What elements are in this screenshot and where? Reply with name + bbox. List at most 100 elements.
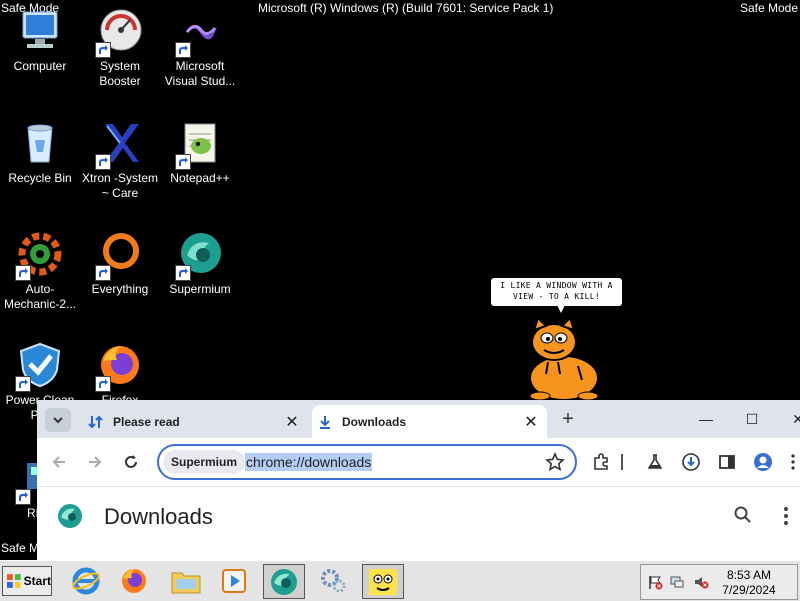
close-window-icon[interactable]: ✕ xyxy=(785,408,800,430)
media-player-icon xyxy=(222,568,246,593)
desktop-icon-label: Xtron -System ~ Care xyxy=(81,171,159,200)
desktop-icon-label: System Booster xyxy=(99,59,141,88)
desktop-icon-visual-studio[interactable]: Microsoft Visual Stud... xyxy=(160,8,240,89)
desktop-icon-label: Auto-Mechanic-2... xyxy=(3,282,77,311)
speedometer-icon xyxy=(95,8,143,58)
tab-search-button[interactable] xyxy=(45,408,71,432)
taskbar-file-explorer[interactable] xyxy=(166,564,206,597)
desktop-icon-xtron[interactable]: Xtron -System ~ Care xyxy=(80,120,160,201)
firefox-icon xyxy=(122,568,146,593)
taskbar: Start 8:53 AM 7/29/2024 xyxy=(0,560,800,601)
profile-avatar-icon[interactable] xyxy=(753,452,773,472)
action-center-flag-icon[interactable] xyxy=(647,574,663,590)
browser-name-chip: Supermium xyxy=(163,450,246,474)
internet-explorer-icon xyxy=(72,567,100,594)
chevron-down-icon xyxy=(53,417,63,424)
toolbar-divider xyxy=(619,452,625,472)
gears-icon xyxy=(321,568,346,592)
network-icon[interactable] xyxy=(669,574,685,590)
back-arrow-icon[interactable] xyxy=(47,450,71,474)
desktop-icon-label: Microsoft Visual Stud... xyxy=(164,59,236,88)
firefox-icon xyxy=(95,342,143,392)
desktop-icon-notepad-plus-plus[interactable]: Notepad++ xyxy=(160,120,240,186)
page-title: Downloads xyxy=(104,504,213,529)
clock-time[interactable]: 8:53 AM xyxy=(721,568,777,582)
windows-build-label: Microsoft (R) Windows (R) (Build 7601: S… xyxy=(258,1,554,15)
download-status-icon[interactable] xyxy=(681,452,701,472)
desktop-icon-label: Everything xyxy=(91,282,149,296)
taskbar-cartoon-app[interactable] xyxy=(362,564,404,599)
start-button[interactable]: Start xyxy=(2,566,52,596)
desktop-icon-everything[interactable]: Everything xyxy=(80,231,160,297)
tab-downloads[interactable]: Downloads ✕ xyxy=(312,405,547,438)
desktop-icon-recycle-bin[interactable]: Recycle Bin xyxy=(0,120,80,186)
url-text[interactable]: chrome://downloads xyxy=(245,453,373,471)
supermium-icon xyxy=(175,231,223,281)
shortcut-arrow-icon xyxy=(15,489,31,505)
taskbar-internet-explorer[interactable] xyxy=(66,564,106,597)
gear-icon xyxy=(15,231,63,281)
tab-strip: Please read ✕ Downloads ✕ + — ☐ ✕ xyxy=(37,400,800,438)
address-bar[interactable]: Supermium chrome://downloads xyxy=(157,444,577,480)
desktop-icon-supermium[interactable]: Supermium xyxy=(160,231,240,297)
start-label: Start xyxy=(23,574,51,588)
extensions-icon[interactable] xyxy=(591,452,611,472)
computer-icon xyxy=(17,8,63,54)
desktop-icon-label: Supermium xyxy=(169,282,231,296)
reload-icon[interactable] xyxy=(119,450,143,474)
tab-label: Downloads xyxy=(342,414,407,429)
tab-label: Please read xyxy=(113,414,180,429)
desktop-icon-label: Computer xyxy=(13,59,67,73)
taskbar-settings[interactable] xyxy=(313,564,353,597)
maximize-icon[interactable]: ☐ xyxy=(739,408,765,430)
shortcut-arrow-icon xyxy=(175,154,191,170)
search-icon[interactable] xyxy=(733,505,753,525)
browser-toolbar: Supermium chrome://downloads xyxy=(37,438,800,486)
cartoon-face-icon xyxy=(369,568,397,595)
desktop-icon-firefox[interactable]: Firefox xyxy=(80,342,160,408)
visual-studio-icon xyxy=(175,8,223,58)
shortcut-arrow-icon xyxy=(95,42,111,58)
shortcut-arrow-icon xyxy=(95,265,111,281)
close-tab-icon[interactable]: ✕ xyxy=(282,412,302,432)
desktop-icon-computer[interactable]: Computer xyxy=(0,8,80,74)
xtron-icon xyxy=(95,120,143,170)
desktop-icon-label: Recycle Bin xyxy=(8,171,72,185)
browser-window: Please read ✕ Downloads ✕ + — ☐ ✕ Superm… xyxy=(37,400,800,561)
system-tray: 8:53 AM 7/29/2024 xyxy=(640,564,798,600)
shortcut-arrow-icon xyxy=(175,265,191,281)
notepad-plus-plus-icon xyxy=(175,120,223,170)
taskbar-supermium[interactable] xyxy=(263,564,305,599)
clock-date[interactable]: 7/29/2024 xyxy=(721,583,777,597)
more-vert-icon[interactable] xyxy=(789,452,797,472)
taskbar-media-player[interactable] xyxy=(214,564,254,597)
cartoon-cat-illustration xyxy=(518,316,610,401)
close-tab-icon[interactable]: ✕ xyxy=(521,412,541,432)
tab-please-read[interactable]: Please read ✕ xyxy=(83,405,308,438)
desktop-icon-system-booster[interactable]: System Booster xyxy=(80,8,160,89)
shortcut-arrow-icon xyxy=(15,265,31,281)
everything-icon xyxy=(95,231,143,281)
desktop-icon-auto-mechanic[interactable]: Auto-Mechanic-2... xyxy=(0,231,80,312)
windows-flag-icon xyxy=(6,574,21,588)
speech-bubble: I LIKE A WINDOW WITH A VIEW - TO A KILL! xyxy=(491,278,622,313)
minimize-icon[interactable]: — xyxy=(693,408,719,430)
shortcut-arrow-icon xyxy=(95,154,111,170)
labs-flask-icon[interactable] xyxy=(645,452,665,472)
shortcut-arrow-icon xyxy=(15,376,31,392)
more-vert-icon[interactable] xyxy=(781,505,791,527)
forward-arrow-icon[interactable] xyxy=(83,450,107,474)
desktop-icon-label: Notepad++ xyxy=(170,171,230,185)
volume-muted-icon[interactable] xyxy=(693,574,709,590)
taskbar-firefox[interactable] xyxy=(114,564,154,597)
shield-icon xyxy=(15,342,63,392)
supermium-icon xyxy=(271,568,297,595)
supermium-logo-icon xyxy=(58,504,82,528)
downloads-page: Downloads xyxy=(37,486,800,561)
shortcut-arrow-icon xyxy=(175,42,191,58)
sort-arrows-icon xyxy=(87,413,105,431)
new-tab-button[interactable]: + xyxy=(557,408,579,430)
side-panel-icon[interactable] xyxy=(717,452,737,472)
bookmark-star-icon[interactable] xyxy=(545,452,565,472)
download-icon xyxy=(316,413,334,431)
